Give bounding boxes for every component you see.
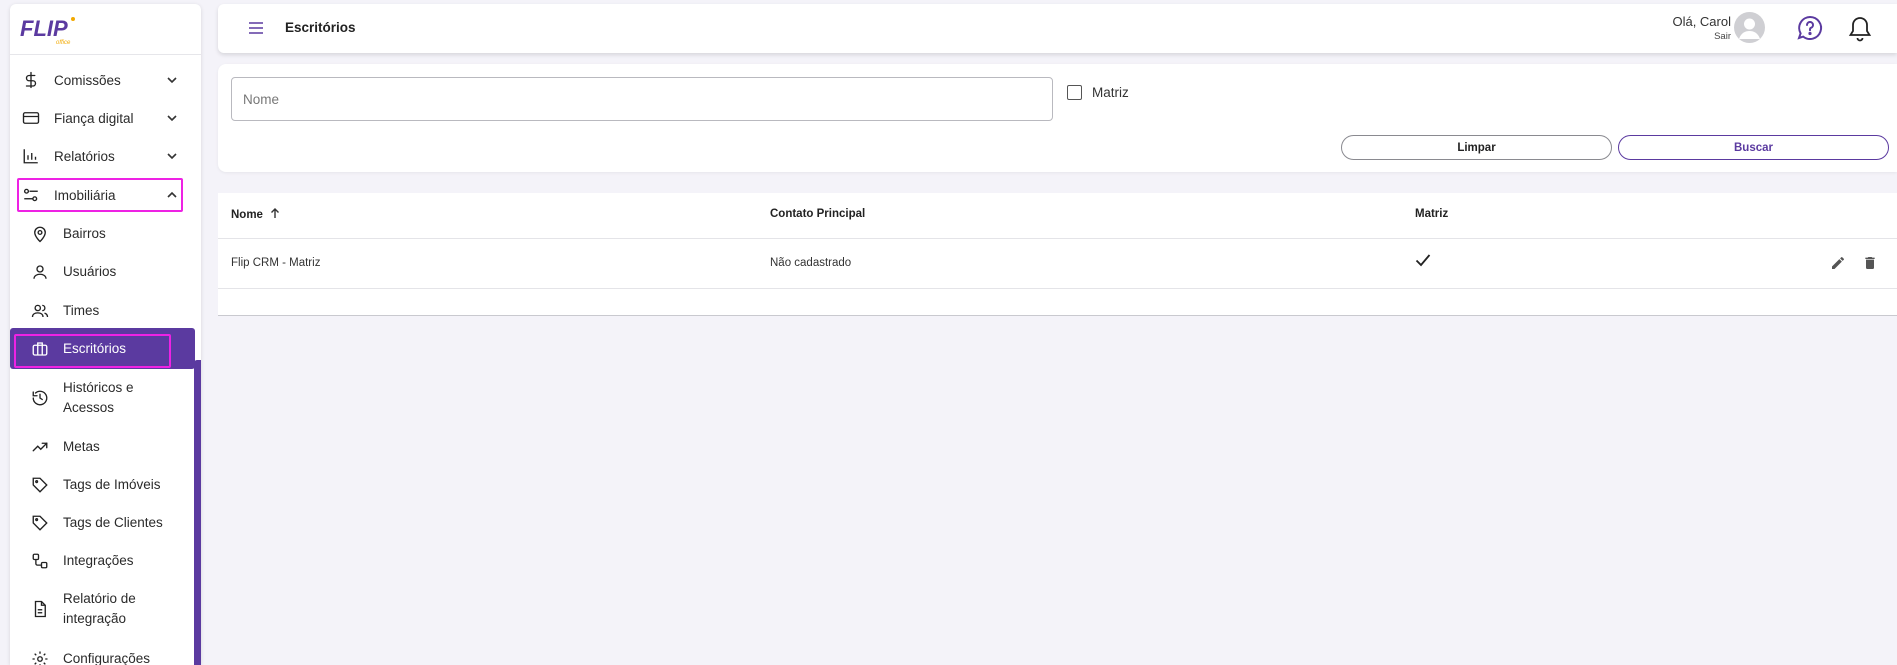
- cell-nome: Flip CRM - Matriz: [231, 257, 321, 269]
- user-avatar-icon: [1739, 18, 1760, 39]
- edit-icon[interactable]: [1830, 255, 1846, 271]
- svg-text:FLIP: FLIP: [20, 16, 68, 41]
- sidebar-item-relatorios[interactable]: Relatórios: [10, 138, 194, 174]
- sidebar-subitem-integracoes[interactable]: Integrações: [10, 543, 194, 579]
- tag-icon: [32, 477, 48, 493]
- page-title: Escritórios: [285, 20, 356, 35]
- sidebar-item-label: Relatórios: [54, 148, 115, 164]
- sidebar-item-label: Imobiliária: [54, 187, 116, 203]
- sidebar-subitem-tags-imoveis[interactable]: Tags de Imóveis: [10, 467, 194, 503]
- gear-icon: [32, 651, 48, 665]
- briefcase-icon: [32, 342, 48, 356]
- tag-icon: [32, 515, 48, 531]
- sidebar-item-fianca-digital[interactable]: Fiança digital: [10, 100, 194, 136]
- header-divider: [218, 238, 1897, 239]
- chevron-down-icon: [167, 153, 177, 160]
- column-header-label: Nome: [231, 209, 263, 221]
- sidebar-subitem-label: Usuários: [63, 264, 117, 279]
- filter-card: Matriz Limpar Buscar: [218, 64, 1897, 172]
- sidebar: FLIP office Comissões Fiança digital Rel…: [10, 4, 201, 665]
- sidebar-subitem-historicos[interactable]: Históricos e Acessos: [10, 376, 194, 420]
- avatar[interactable]: [1734, 12, 1765, 43]
- dollar-icon: [25, 71, 37, 89]
- sidebar-subitem-usuarios[interactable]: Usuários: [10, 254, 194, 290]
- sidebar-subitem-label: Bairros: [63, 226, 106, 241]
- sidebar-scrollbar[interactable]: [194, 360, 201, 665]
- logout-link[interactable]: Sair: [1672, 31, 1731, 42]
- sidebar-item-comissoes[interactable]: Comissões: [10, 62, 194, 98]
- bar-chart-icon: [23, 149, 38, 164]
- svg-text:office: office: [56, 40, 71, 46]
- search-button[interactable]: Buscar: [1618, 135, 1889, 160]
- name-filter-input[interactable]: [231, 77, 1053, 121]
- users-icon: [31, 304, 49, 318]
- help-icon[interactable]: [1796, 14, 1824, 42]
- sort-arrow-up-icon: [271, 208, 280, 218]
- hamburger-menu-icon[interactable]: [248, 21, 264, 35]
- sidebar-item-label: Comissões: [54, 72, 121, 88]
- flip-logo[interactable]: FLIP office: [18, 14, 78, 48]
- chevron-up-icon: [167, 191, 177, 198]
- divider: [10, 54, 201, 55]
- bell-icon[interactable]: [1847, 14, 1873, 42]
- sidebar-subitem-label: Históricos e Acessos: [63, 380, 134, 415]
- sidebar-subitem-escritorios[interactable]: Escritórios: [10, 331, 194, 367]
- user-icon: [33, 265, 47, 279]
- sidebar-subitem-label: Escritórios: [63, 341, 127, 356]
- integration-icon: [32, 553, 48, 569]
- greeting-text: Olá, Carol: [1672, 14, 1731, 29]
- sidebar-subitem-label: Configurações: [63, 651, 151, 665]
- sidebar-subitem-metas[interactable]: Metas: [10, 429, 194, 465]
- sidebar-subitem-times[interactable]: Times: [10, 293, 194, 329]
- cell-contato: Não cadastrado: [770, 257, 852, 269]
- row-divider: [218, 288, 1897, 289]
- sidebar-subitem-label: Tags de Imóveis: [63, 477, 161, 492]
- sidebar-item-imobiliaria[interactable]: Imobiliária: [10, 177, 194, 213]
- matriz-checkbox-label[interactable]: Matriz: [1092, 85, 1129, 100]
- trending-up-icon: [32, 442, 48, 452]
- column-header-matriz[interactable]: Matriz: [1415, 208, 1448, 220]
- chevron-down-icon: [167, 77, 177, 84]
- delete-icon[interactable]: [1862, 255, 1878, 271]
- chevron-down-icon: [167, 115, 177, 122]
- column-header-nome[interactable]: Nome: [231, 208, 280, 221]
- history-icon: [32, 390, 48, 406]
- top-bar: Escritórios Olá, Carol Sair: [218, 4, 1897, 53]
- column-header-contato[interactable]: Contato Principal: [770, 208, 865, 220]
- offices-table: Nome Contato Principal Matriz Flip CRM -…: [218, 193, 1897, 316]
- sidebar-subitem-tags-clientes[interactable]: Tags de Clientes: [10, 505, 194, 541]
- document-icon: [34, 600, 46, 618]
- credit-card-icon: [22, 112, 40, 124]
- matriz-checkbox[interactable]: [1067, 85, 1082, 100]
- map-pin-icon: [34, 226, 46, 243]
- sidebar-subitem-label: Times: [63, 303, 100, 318]
- sidebar-subitem-label: Tags de Clientes: [63, 515, 163, 530]
- sliders-icon: [23, 188, 38, 202]
- sidebar-subitem-configuracoes[interactable]: Configurações: [10, 641, 194, 665]
- sidebar-item-label: Fiança digital: [54, 110, 134, 126]
- sidebar-subitem-relatorio-integracao[interactable]: Relatório de integração: [10, 587, 194, 631]
- sidebar-subitem-label: Relatório de integração: [63, 591, 136, 626]
- user-greeting: Olá, Carol Sair: [1672, 14, 1731, 42]
- sidebar-subitem-bairros[interactable]: Bairros: [10, 216, 194, 252]
- sidebar-subitem-label: Integrações: [63, 553, 134, 568]
- sidebar-subitem-label: Metas: [63, 439, 100, 454]
- checkmark-icon: [1415, 254, 1431, 267]
- table-bottom-border: [218, 315, 1897, 316]
- clear-button[interactable]: Limpar: [1341, 135, 1612, 160]
